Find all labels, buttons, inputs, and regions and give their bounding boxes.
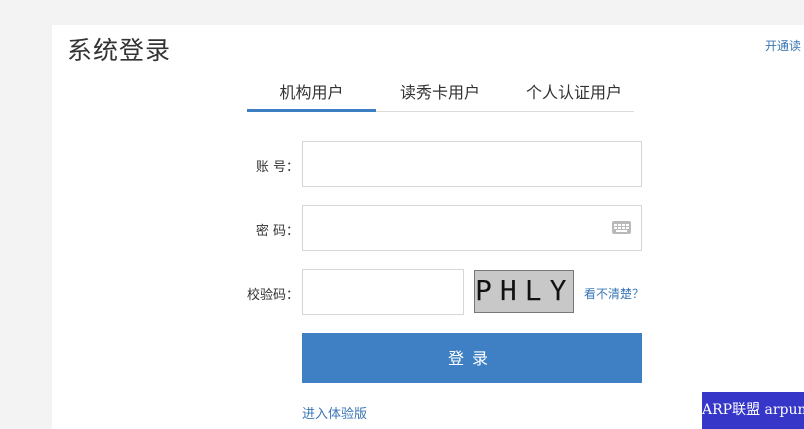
page-title: 系统登录 (67, 36, 172, 65)
login-button[interactable]: 登录 (302, 333, 642, 383)
open-reading-link[interactable]: 开通读 (765, 37, 804, 54)
watermark-logo: ARP联盟 arpun.com (702, 392, 804, 429)
tab-duxiu-card-user[interactable]: 读秀卡用户 (380, 79, 500, 109)
captcha-label: 校验码： (247, 288, 300, 303)
captcha-input[interactable] (302, 269, 464, 315)
account-label: 账 号： (255, 160, 299, 175)
virtual-keyboard-icon[interactable] (612, 221, 631, 234)
trial-version-link[interactable]: 进入体验版 (302, 403, 367, 422)
user-type-tabs: 机构用户 读秀卡用户 个人认证用户 (247, 74, 634, 112)
tab-institution-user[interactable]: 机构用户 (247, 79, 376, 112)
password-label: 密 码： (255, 224, 299, 239)
tab-personal-verified-user[interactable]: 个人认证用户 (514, 79, 634, 109)
refresh-captcha-link[interactable]: 看不清楚？ (584, 285, 644, 302)
captcha-image[interactable]: PHLY (474, 270, 574, 313)
password-input[interactable] (302, 205, 642, 251)
account-input[interactable] (302, 141, 642, 187)
